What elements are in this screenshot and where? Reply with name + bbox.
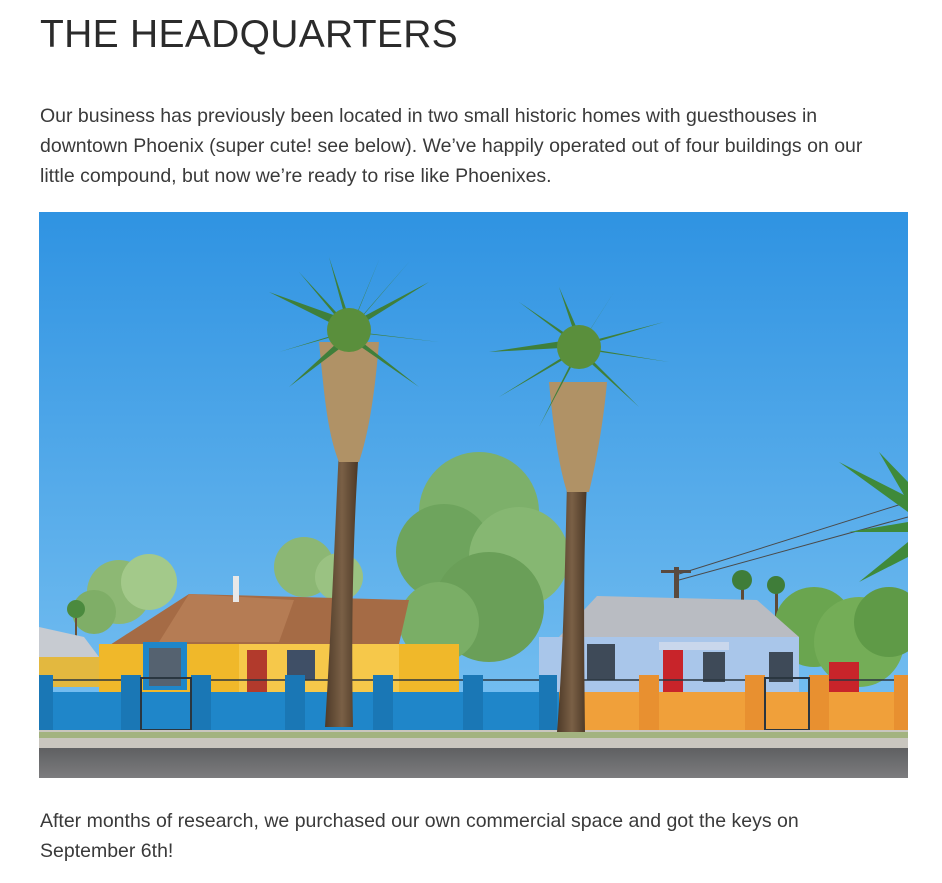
road <box>39 748 908 778</box>
headquarters-photo <box>39 212 908 778</box>
page-title: THE HEADQUARTERS <box>40 13 458 56</box>
grass-strip <box>39 732 908 738</box>
intro-paragraph: Our business has previously been located… <box>40 105 863 187</box>
closing-paragraph: After months of research, we purchased o… <box>40 810 799 862</box>
